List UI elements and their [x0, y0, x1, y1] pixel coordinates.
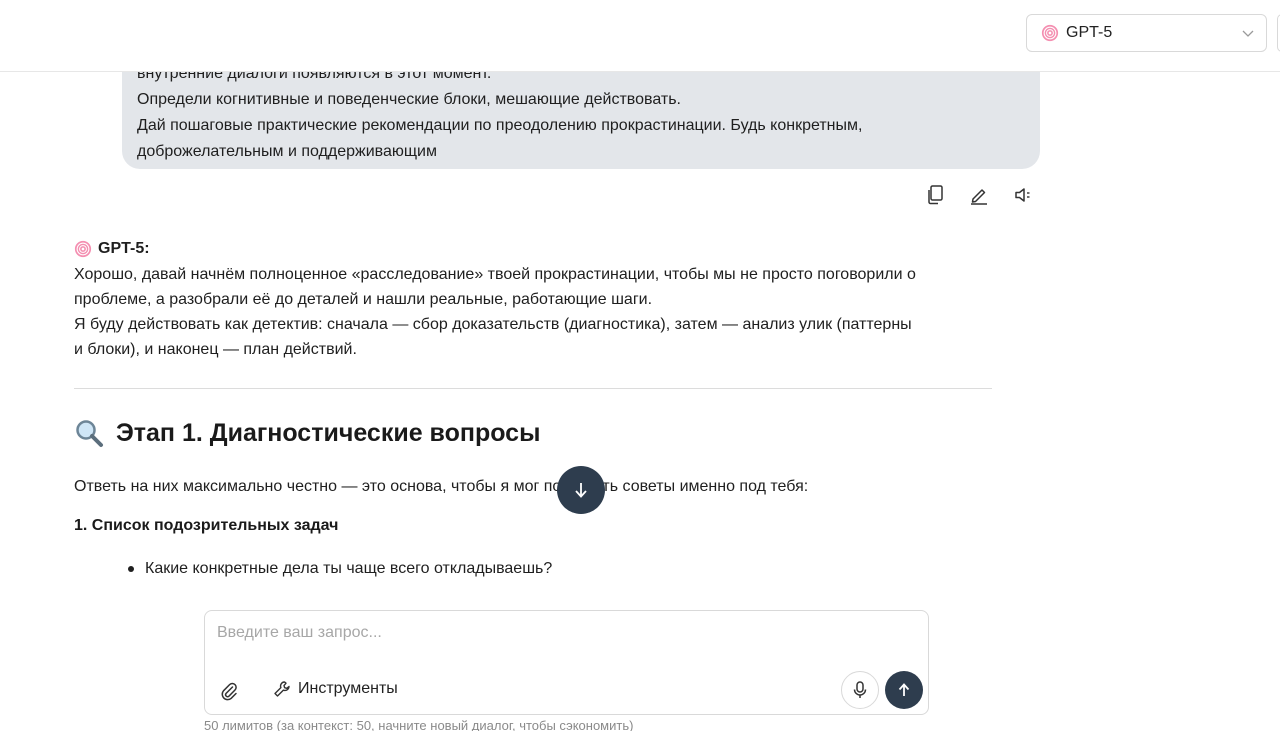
limits-note: 50 лимитов (за контекст: 50, начните нов… [204, 718, 634, 731]
list-item: Какие конкретные дела ты чаще всего откл… [128, 560, 552, 578]
paperclip-icon [221, 682, 237, 701]
speaker-icon [1015, 188, 1030, 202]
top-bar: GPT-5 [0, 0, 1280, 72]
arrow-down-icon [575, 483, 587, 498]
attach-button[interactable] [219, 681, 239, 701]
send-button[interactable] [885, 671, 923, 709]
assistant-author-name: GPT-5: [98, 240, 150, 257]
user-message-line: Определи когнитивные и поведенческие бло… [137, 91, 681, 108]
tools-label: Инструменты [298, 680, 398, 697]
read-aloud-button[interactable] [1013, 184, 1033, 206]
edit-button[interactable] [969, 184, 989, 206]
tools-button[interactable]: Инструменты [273, 680, 398, 698]
flower-icon [74, 240, 92, 258]
magnifier-icon [76, 420, 103, 447]
prompt-input[interactable] [217, 621, 917, 645]
flower-icon [1041, 24, 1059, 42]
model-select-label: GPT-5 [1066, 24, 1113, 41]
section-intro: Ответь на них максимально честно — это о… [74, 478, 809, 495]
list-item-text: Какие конкретные дела ты чаще всего откл… [145, 560, 553, 577]
model-select[interactable]: GPT-5 [1026, 14, 1267, 52]
message-actions [925, 184, 1033, 206]
assistant-message: GPT-5: Хорошо, давай начнём полноценное … [74, 236, 994, 362]
scroll-down-button[interactable] [557, 466, 605, 514]
section-heading: Этап 1. Диагностические вопросы [74, 418, 540, 448]
arrow-up-icon [898, 683, 910, 696]
section-heading-text: Этап 1. Диагностические вопросы [116, 418, 541, 447]
edit-icon [971, 189, 987, 205]
microphone-icon [853, 681, 867, 698]
assistant-paragraph-line: Хорошо, давай начнём полноценное «рассле… [74, 266, 916, 283]
copy-button[interactable] [925, 184, 945, 206]
assistant-author: GPT-5: [74, 236, 994, 262]
wrench-icon [274, 681, 290, 697]
copy-icon [928, 185, 943, 205]
bullet-dot [128, 566, 134, 572]
user-message-line: Дай пошаговые практические рекомендации … [137, 117, 863, 134]
assistant-paragraph-line: и блоки), и наконец — план действий. [74, 341, 357, 358]
chevron-down-icon [1242, 30, 1254, 37]
user-message-line: доброжелательным и поддерживающим [137, 143, 437, 160]
subheading: 1. Список подозрительных задач [74, 517, 339, 534]
assistant-paragraph-line: проблеме, а разобрали её до деталей и на… [74, 291, 653, 308]
voice-input-button[interactable] [841, 671, 879, 709]
composer: Инструменты [204, 610, 929, 715]
divider [74, 388, 992, 389]
assistant-paragraph-line: Я буду действовать как детектив: сначала… [74, 316, 912, 333]
